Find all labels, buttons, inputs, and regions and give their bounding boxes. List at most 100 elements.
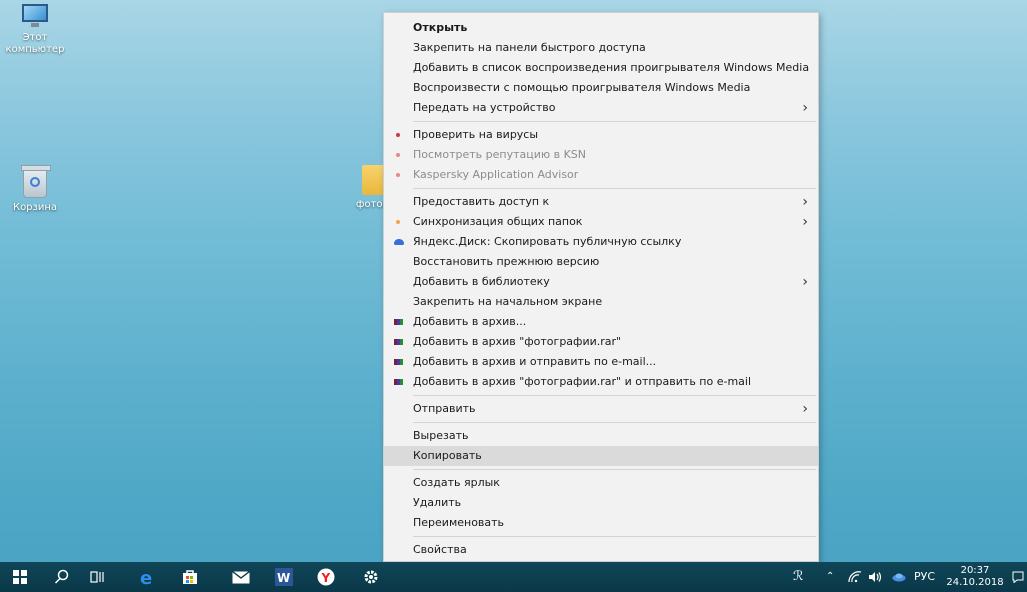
chevron-right-icon: › [802, 194, 808, 210]
menu-item-give-access[interactable]: Предоставить доступ к › [384, 192, 818, 212]
menu-item-label: Синхронизация общих папок [413, 215, 583, 228]
menu-item-label: Добавить в библиотеку [413, 275, 550, 288]
store-icon[interactable] [180, 567, 200, 587]
winrar-icon [394, 379, 403, 385]
menu-separator [413, 469, 816, 470]
menu-item-label: Создать ярлык [413, 476, 500, 489]
chevron-right-icon: › [802, 214, 808, 230]
desktop-icon-this-pc[interactable]: Этот компьютер [0, 4, 70, 56]
yandex-disk-icon [394, 239, 404, 245]
menu-item-restore-previous[interactable]: Восстановить прежнюю версию [384, 252, 818, 272]
language-indicator[interactable]: РУС [914, 562, 935, 592]
chevron-right-icon: › [802, 274, 808, 290]
word-icon[interactable]: W [274, 567, 294, 587]
desktop-icon-label: Корзина [12, 202, 58, 213]
menu-separator [413, 422, 816, 423]
menu-item-label: Вырезать [413, 429, 469, 442]
clock-date: 24.10.2018 [946, 577, 1004, 588]
menu-item-add-wmp-playlist[interactable]: Добавить в список воспроизведения проигр… [384, 58, 818, 78]
chevron-right-icon: › [802, 100, 808, 116]
menu-item-copy[interactable]: Копировать [384, 446, 818, 466]
menu-item-cast-to-device[interactable]: Передать на устройство › [384, 98, 818, 118]
svg-text:Y: Y [321, 571, 331, 585]
chevron-right-icon: › [802, 401, 808, 417]
menu-item-label: Свойства [413, 543, 467, 556]
menu-item-label: Посмотреть репутацию в KSN [413, 148, 587, 161]
menu-item-label: Удалить [413, 496, 462, 509]
menu-item-cut[interactable]: Вырезать [384, 426, 818, 446]
wifi-icon[interactable] [848, 562, 862, 592]
menu-item-label: Передать на устройство [413, 101, 556, 114]
winrar-icon [394, 319, 403, 325]
clock-time: 20:37 [960, 565, 990, 576]
menu-item-add-archive-named[interactable]: Добавить в архив "фотографии.rar" [384, 332, 818, 352]
menu-item-pin-quick-access[interactable]: Закрепить на панели быстрого доступа [384, 38, 818, 58]
task-view-icon[interactable] [88, 567, 108, 587]
menu-item-label: Добавить в архив и отправить по e-mail..… [413, 355, 657, 368]
mail-icon[interactable] [231, 567, 251, 587]
taskbar: e W Y ℛ ⌃ РУС 20:37 24.10.2018 [0, 562, 1027, 592]
menu-item-add-to-library[interactable]: Добавить в библиотеку › [384, 272, 818, 292]
menu-item-label: Копировать [413, 449, 482, 462]
windows-start-icon[interactable] [10, 567, 30, 587]
menu-item-open[interactable]: Открыть [384, 18, 818, 38]
clock[interactable]: 20:37 24.10.2018 [945, 565, 1005, 589]
menu-item-label: Проверить на вирусы [413, 128, 539, 141]
kaspersky-icon [396, 133, 400, 137]
menu-item-label: Воспроизвести с помощью проигрывателя Wi… [413, 81, 751, 94]
menu-item-label: Восстановить прежнюю версию [413, 255, 600, 268]
desktop-icon-recycle-bin[interactable]: Корзина [0, 165, 70, 214]
volume-icon[interactable] [868, 562, 882, 592]
desktop-icon-label: Этот компьютер [5, 32, 65, 55]
menu-item-archive-named-email[interactable]: Добавить в архив "фотографии.rar" и отпр… [384, 372, 818, 392]
menu-item-add-archive[interactable]: Добавить в архив... [384, 312, 818, 332]
edge-icon[interactable]: e [137, 567, 157, 587]
menu-item-create-shortcut[interactable]: Создать ярлык [384, 473, 818, 493]
yandex-disk-tray-icon[interactable] [892, 562, 906, 592]
menu-separator [413, 188, 816, 189]
menu-item-archive-email[interactable]: Добавить в архив и отправить по e-mail..… [384, 352, 818, 372]
svg-text:W: W [277, 571, 290, 585]
menu-item-kaspersky-advisor[interactable]: Kaspersky Application Advisor [384, 165, 818, 185]
menu-item-properties[interactable]: Свойства [384, 540, 818, 560]
menu-item-label: Переименовать [413, 516, 505, 529]
menu-item-label: Закрепить на начальном экране [413, 295, 603, 308]
menu-item-label: Отправить [413, 402, 476, 415]
menu-item-delete[interactable]: Удалить [384, 493, 818, 513]
menu-separator [413, 536, 816, 537]
winrar-icon [394, 359, 403, 365]
menu-item-sync-shared-folders[interactable]: Синхронизация общих папок › [384, 212, 818, 232]
menu-item-label: Закрепить на панели быстрого доступа [413, 41, 646, 54]
menu-item-play-wmp[interactable]: Воспроизвести с помощью проигрывателя Wi… [384, 78, 818, 98]
yandex-browser-icon[interactable]: Y [316, 567, 336, 587]
menu-item-ksn-reputation[interactable]: Посмотреть репутацию в KSN [384, 145, 818, 165]
menu-item-label: Предоставить доступ к [413, 195, 550, 208]
winrar-icon [394, 339, 403, 345]
kaspersky-icon [396, 173, 400, 177]
people-icon[interactable]: ℛ [793, 562, 803, 592]
settings-icon[interactable] [361, 567, 381, 587]
menu-item-yandex-disk-link[interactable]: Яндекс.Диск: Скопировать публичную ссылк… [384, 232, 818, 252]
sync-icon [396, 220, 400, 224]
menu-item-label: Kaspersky Application Advisor [413, 168, 579, 181]
menu-separator [413, 121, 816, 122]
menu-item-scan-viruses[interactable]: Проверить на вирусы [384, 125, 818, 145]
chevron-up-icon[interactable]: ⌃ [826, 562, 834, 592]
menu-item-label: Яндекс.Диск: Скопировать публичную ссылк… [413, 235, 682, 248]
menu-separator [413, 395, 816, 396]
menu-item-pin-start[interactable]: Закрепить на начальном экране [384, 292, 818, 312]
menu-item-send-to[interactable]: Отправить › [384, 399, 818, 419]
menu-item-label: Добавить в архив "фотографии.rar" [413, 335, 622, 348]
notification-icon[interactable] [1012, 562, 1024, 592]
menu-item-label: Добавить в архив "фотографии.rar" и отпр… [413, 375, 752, 388]
menu-item-rename[interactable]: Переименовать [384, 513, 818, 533]
context-menu: Открыть Закрепить на панели быстрого дос… [383, 12, 819, 562]
svg-text:e: e [140, 568, 152, 586]
menu-item-label: Добавить в архив... [413, 315, 527, 328]
kaspersky-icon [396, 153, 400, 157]
search-icon[interactable] [52, 567, 72, 587]
recycle-bin-icon [21, 165, 51, 198]
menu-item-label: Добавить в список воспроизведения проигр… [413, 61, 810, 74]
menu-item-label: Открыть [413, 21, 468, 34]
computer-icon [20, 4, 50, 28]
